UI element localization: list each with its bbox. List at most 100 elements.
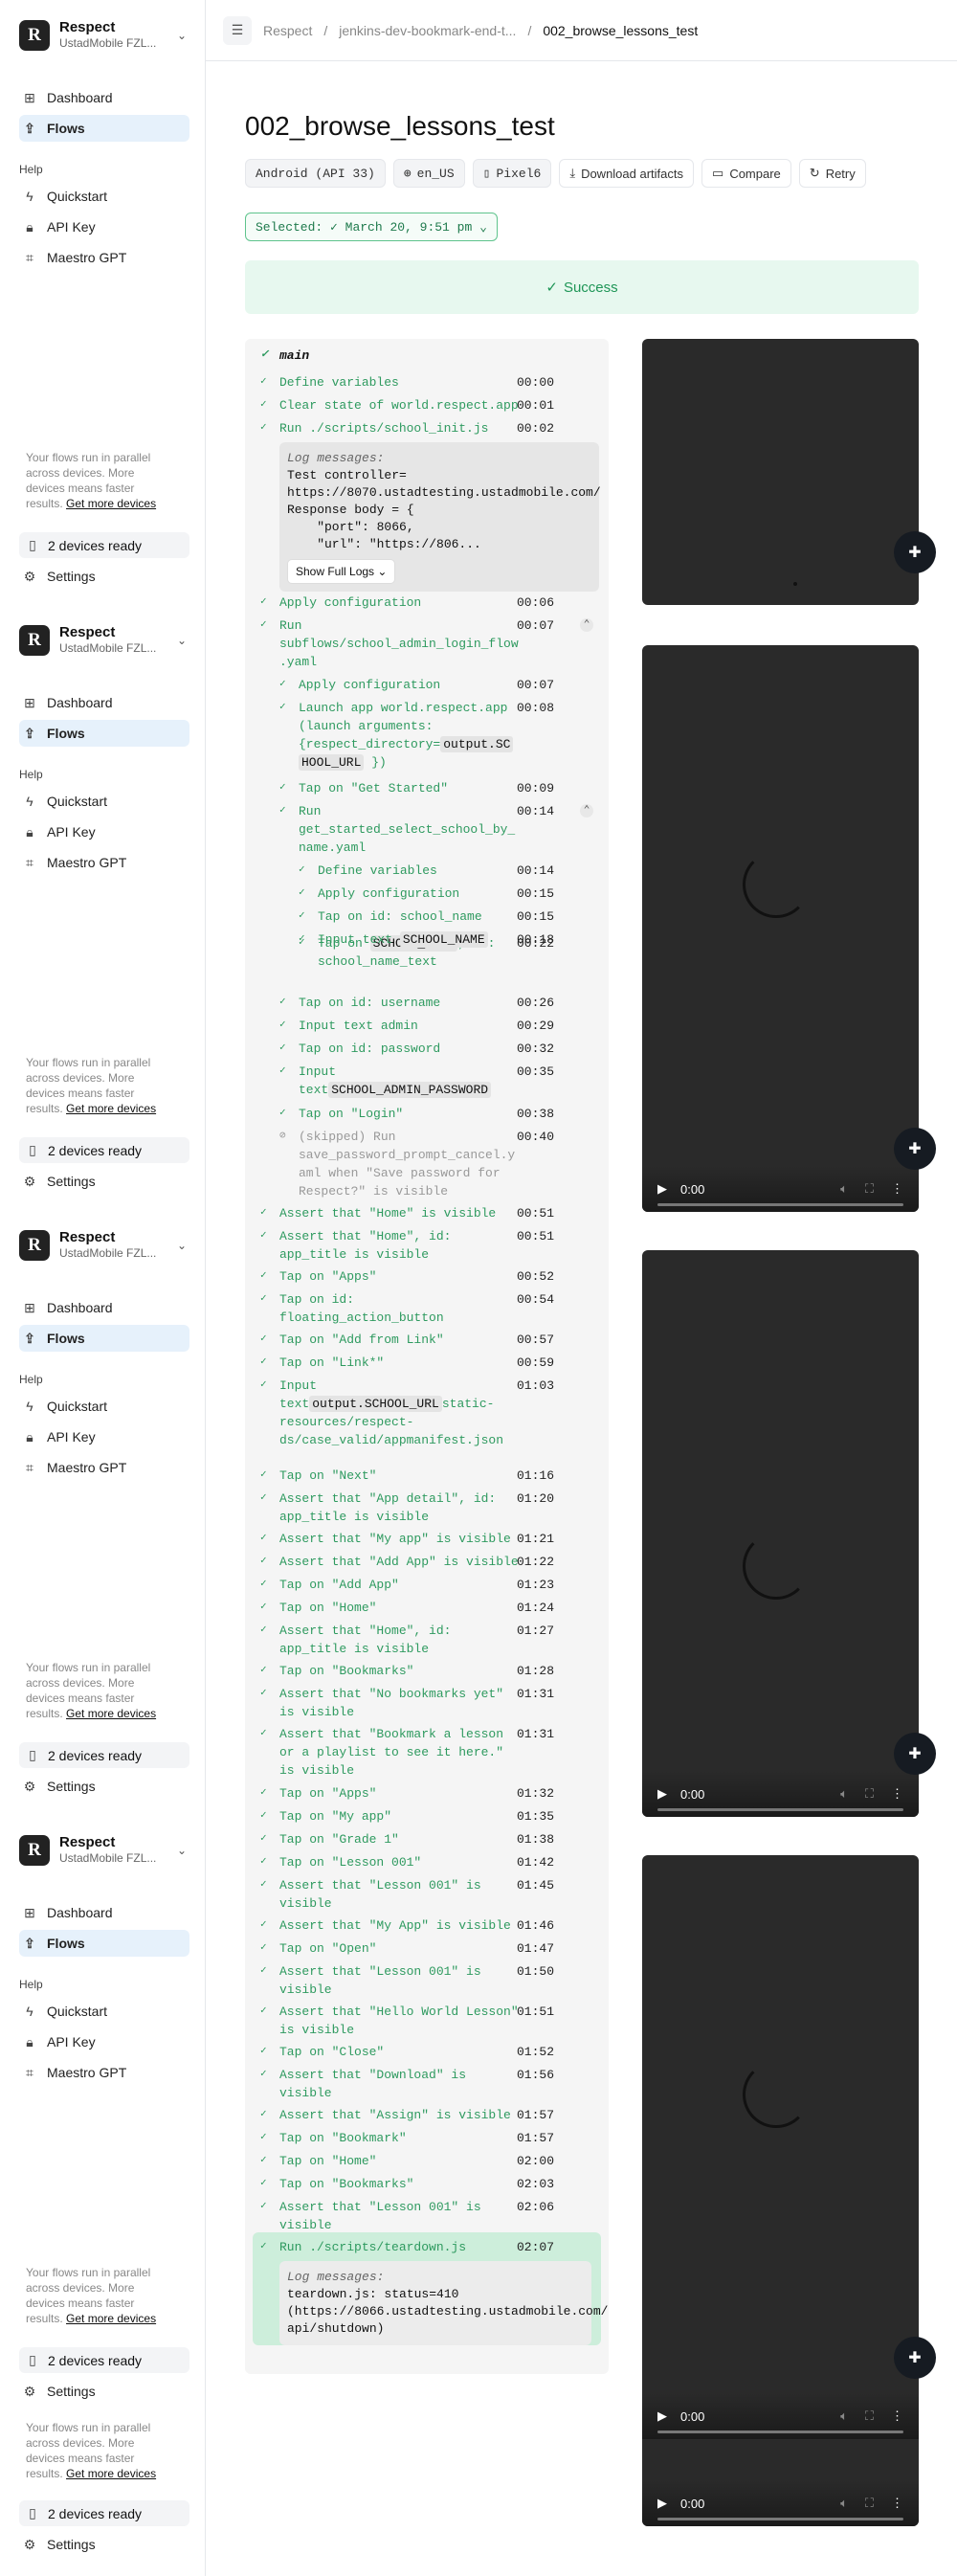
org-switcher[interactable]: R Respect UstadMobile FZL... ⌄ <box>19 1834 187 1866</box>
step-item[interactable]: ✓ Tap on "Next" 01:16 <box>260 1467 554 1485</box>
video-player[interactable]: ▶ 0:00 🔈︎ ⛶ ⋮ <box>642 645 919 1212</box>
devices-status[interactable]: ▯ 2 devices ready <box>19 2347 189 2373</box>
fullscreen-icon[interactable]: ⛶ <box>865 2408 874 2424</box>
get-more-devices-link[interactable]: Get more devices <box>66 2467 156 2480</box>
step-item[interactable]: ✓ Clear state of world.respect.app 00:01 <box>260 396 554 414</box>
sidebar-item-quickstart[interactable]: ϟ Quickstart <box>19 788 189 815</box>
step-item[interactable]: ✓ Apply configuration 00:07 <box>279 676 554 694</box>
step-item[interactable]: ✓ Assert that "Lesson 001" is visible 01:45 <box>260 1876 554 1913</box>
mute-icon[interactable]: 🔈︎ <box>840 2408 848 2424</box>
play-icon[interactable]: ▶ <box>657 1181 667 1197</box>
step-item[interactable]: ✓ Tap on "Open" 01:47 <box>260 1939 554 1958</box>
feedback-button[interactable]: ✚ <box>894 1128 936 1170</box>
video-progress-bar[interactable] <box>657 2518 903 2520</box>
sidebar-item-api-key[interactable]: 🔒︎ API Key <box>19 818 189 845</box>
video-progress-bar[interactable] <box>657 1808 903 1811</box>
sidebar-item-settings[interactable]: ⚙ Settings <box>19 2531 189 2558</box>
step-item[interactable]: ✓ Run ./scripts/teardown.js 02:07 <box>260 2238 554 2256</box>
step-item[interactable]: ✓ Assert that "My app" is visible 01:21 <box>260 1530 554 1548</box>
step-item[interactable]: ✓ Tap on "Bookmark" 01:57 <box>260 2129 554 2147</box>
sidebar-item-quickstart[interactable]: ϟ Quickstart <box>19 183 189 210</box>
sidebar-item-dashboard[interactable]: ⊞ Dashboard <box>19 689 189 716</box>
step-item[interactable]: ✓ Assert that "Assign" is visible 01:57 <box>260 2106 554 2124</box>
more-options-icon[interactable]: ⋮ <box>891 2408 903 2424</box>
sidebar-item-flows[interactable]: ⇪ Flows <box>19 115 189 142</box>
video-player[interactable]: ▶ 0:00 🔈︎ ⛶ ⋮ <box>642 1250 919 1817</box>
more-options-icon[interactable]: ⋮ <box>891 1181 903 1197</box>
sidebar-item-api-key[interactable]: 🔒︎ API Key <box>19 1423 189 1450</box>
step-item[interactable]: ✓ Input 00:35 text SCHOOL_ADMIN_PASSWORD <box>279 1063 554 1099</box>
step-item[interactable]: ✓ Assert that "Add App" is visible 01:22 <box>260 1553 554 1571</box>
sidebar-item-api-key[interactable]: 🔒︎ API Key <box>19 2028 189 2055</box>
step-item[interactable]: ✓ Assert that "Home", id: app_title is vis… <box>260 1227 554 1264</box>
get-more-devices-link[interactable]: Get more devices <box>66 1102 156 1115</box>
more-options-icon[interactable]: ⋮ <box>891 2496 903 2511</box>
step-item[interactable]: ✓ Tap on "Add from Link" 00:57 <box>260 1331 554 1349</box>
breadcrumb-root[interactable]: Respect <box>263 23 312 38</box>
sidebar-item-dashboard[interactable]: ⊞ Dashboard <box>19 1899 189 1926</box>
sidebar-toggle-button[interactable]: ☰ <box>223 15 252 45</box>
sidebar-item-flows[interactable]: ⇪ Flows <box>19 1930 189 1957</box>
step-item[interactable]: ✓ Assert that "Home", id: app_title is vis… <box>260 1622 554 1658</box>
step-item[interactable]: ✓ Assert that "My App" is visible 01:46 <box>260 1916 554 1935</box>
devices-status[interactable]: ▯ 2 devices ready <box>19 532 189 558</box>
feedback-button[interactable]: ✚ <box>894 2337 936 2379</box>
step-item[interactable]: ✓ Define variables 00:00 <box>260 373 554 392</box>
more-options-icon[interactable]: ⋮ <box>891 1786 903 1802</box>
feedback-button[interactable]: ✚ <box>894 531 936 573</box>
download-artifacts-button[interactable]: ⤓ Download artifacts <box>559 159 695 188</box>
step-item[interactable]: ✓ Tap on "Get Started" 00:09 <box>279 779 554 797</box>
get-more-devices-link[interactable]: Get more devices <box>66 2312 156 2325</box>
sidebar-item-maestro-gpt[interactable]: ⌗ Maestro GPT <box>19 1454 189 1481</box>
devices-status[interactable]: ▯ 2 devices ready <box>19 1137 189 1163</box>
step-item[interactable]: ✓ Tap on "My app" 01:35 <box>260 1807 554 1826</box>
fullscreen-icon[interactable]: ⛶ <box>865 2496 874 2511</box>
org-switcher[interactable]: R Respect UstadMobile FZL... ⌄ <box>19 1229 187 1261</box>
get-more-devices-link[interactable]: Get more devices <box>66 1707 156 1720</box>
step-item[interactable]: ✓ Assert that "App detail", id: app_title … <box>260 1490 554 1526</box>
chevron-up-icon[interactable]: ⌃ <box>580 804 593 818</box>
step-item[interactable]: ✓ Tap on "Login" 00:38 <box>279 1105 554 1123</box>
step-item[interactable]: ✓ Tap on "Apps" 01:32 <box>260 1784 554 1803</box>
video-progress-bar[interactable] <box>657 2430 903 2433</box>
sidebar-item-settings[interactable]: ⚙ Settings <box>19 2378 189 2405</box>
breadcrumb-middle[interactable]: jenkins-dev-bookmark-end-t... <box>339 23 516 38</box>
step-item[interactable]: ✓ Tap on id: floating_action_button 00:54 <box>260 1290 554 1327</box>
step-item[interactable]: ✓ Tap on "Lesson 001" 01:42 <box>260 1853 554 1871</box>
step-item[interactable]: ✓ Assert that "Home" is visible 00:51 <box>260 1204 554 1222</box>
sidebar-item-settings[interactable]: ⚙ Settings <box>19 1168 189 1195</box>
video-player[interactable] <box>642 339 919 605</box>
play-icon[interactable]: ▶ <box>657 2408 667 2424</box>
step-item[interactable]: ✓ Define variables 00:14 <box>299 862 554 880</box>
step-item[interactable]: ✓ Tap on "Close" 01:52 <box>260 2043 554 2061</box>
step-item[interactable]: ✓ Tap on id: username 00:26 <box>279 994 554 1012</box>
fullscreen-icon[interactable]: ⛶ <box>865 1181 874 1197</box>
sidebar-item-maestro-gpt[interactable]: ⌗ Maestro GPT <box>19 849 189 876</box>
step-item[interactable]: ✓ Run subflows/school_admin_login_flow .yam… <box>260 616 554 671</box>
step-item[interactable]: ✓ Tap on "Bookmarks" 01:28 <box>260 1662 554 1680</box>
step-item[interactable]: ✓ Launch app world.respect.app (launch arg… <box>279 699 554 772</box>
chevron-up-icon[interactable]: ⌃ <box>580 618 593 632</box>
step-item[interactable]: ✓ Tap on id: password 00:32 <box>279 1040 554 1058</box>
step-item[interactable]: ✓ Assert that "Hello World Lesson" is visi… <box>260 2003 554 2039</box>
run-selector[interactable]: Selected: ✓ March 20, 9:51 pm ⌄ <box>245 213 498 241</box>
sidebar-item-flows[interactable]: ⇪ Flows <box>19 720 189 747</box>
step-item[interactable]: ✓ Tap on "Home" 02:00 <box>260 2152 554 2170</box>
sidebar-item-api-key[interactable]: 🔒︎ API Key <box>19 213 189 240</box>
video-progress-bar[interactable] <box>657 1203 903 1206</box>
play-icon[interactable]: ▶ <box>657 1786 667 1802</box>
step-item[interactable]: ✓ Tap on "Apps" 00:52 <box>260 1267 554 1286</box>
step-item[interactable]: ✓ Input text admin 00:29 <box>279 1017 554 1035</box>
sidebar-item-maestro-gpt[interactable]: ⌗ Maestro GPT <box>19 2059 189 2086</box>
mute-icon[interactable]: 🔈︎ <box>840 1786 848 1802</box>
step-item[interactable]: ✓ Assert that "No bookmarks yet" is visibl… <box>260 1685 554 1721</box>
step-item[interactable]: ✓ Assert that "Bookmark a lesson or a play… <box>260 1725 554 1780</box>
step-item[interactable]: ✓ Input text SCHOOL_NAME 00:18 <box>299 930 554 949</box>
compare-button[interactable]: ▭ Compare <box>701 159 791 188</box>
step-item[interactable]: ✓ Assert that "Lesson 001" is visible 02:06 <box>260 2198 554 2234</box>
step-item[interactable]: ✓ Tap on "Bookmarks" 02:03 <box>260 2175 554 2193</box>
step-item[interactable]: ✓ Run get_started_select_school_by_ name.ya… <box>279 802 554 857</box>
sidebar-item-dashboard[interactable]: ⊞ Dashboard <box>19 84 189 111</box>
step-item[interactable]: ✓ Run ./scripts/school_init.js 00:02 <box>260 419 554 437</box>
step-item[interactable]: ✓ main <box>260 347 542 365</box>
